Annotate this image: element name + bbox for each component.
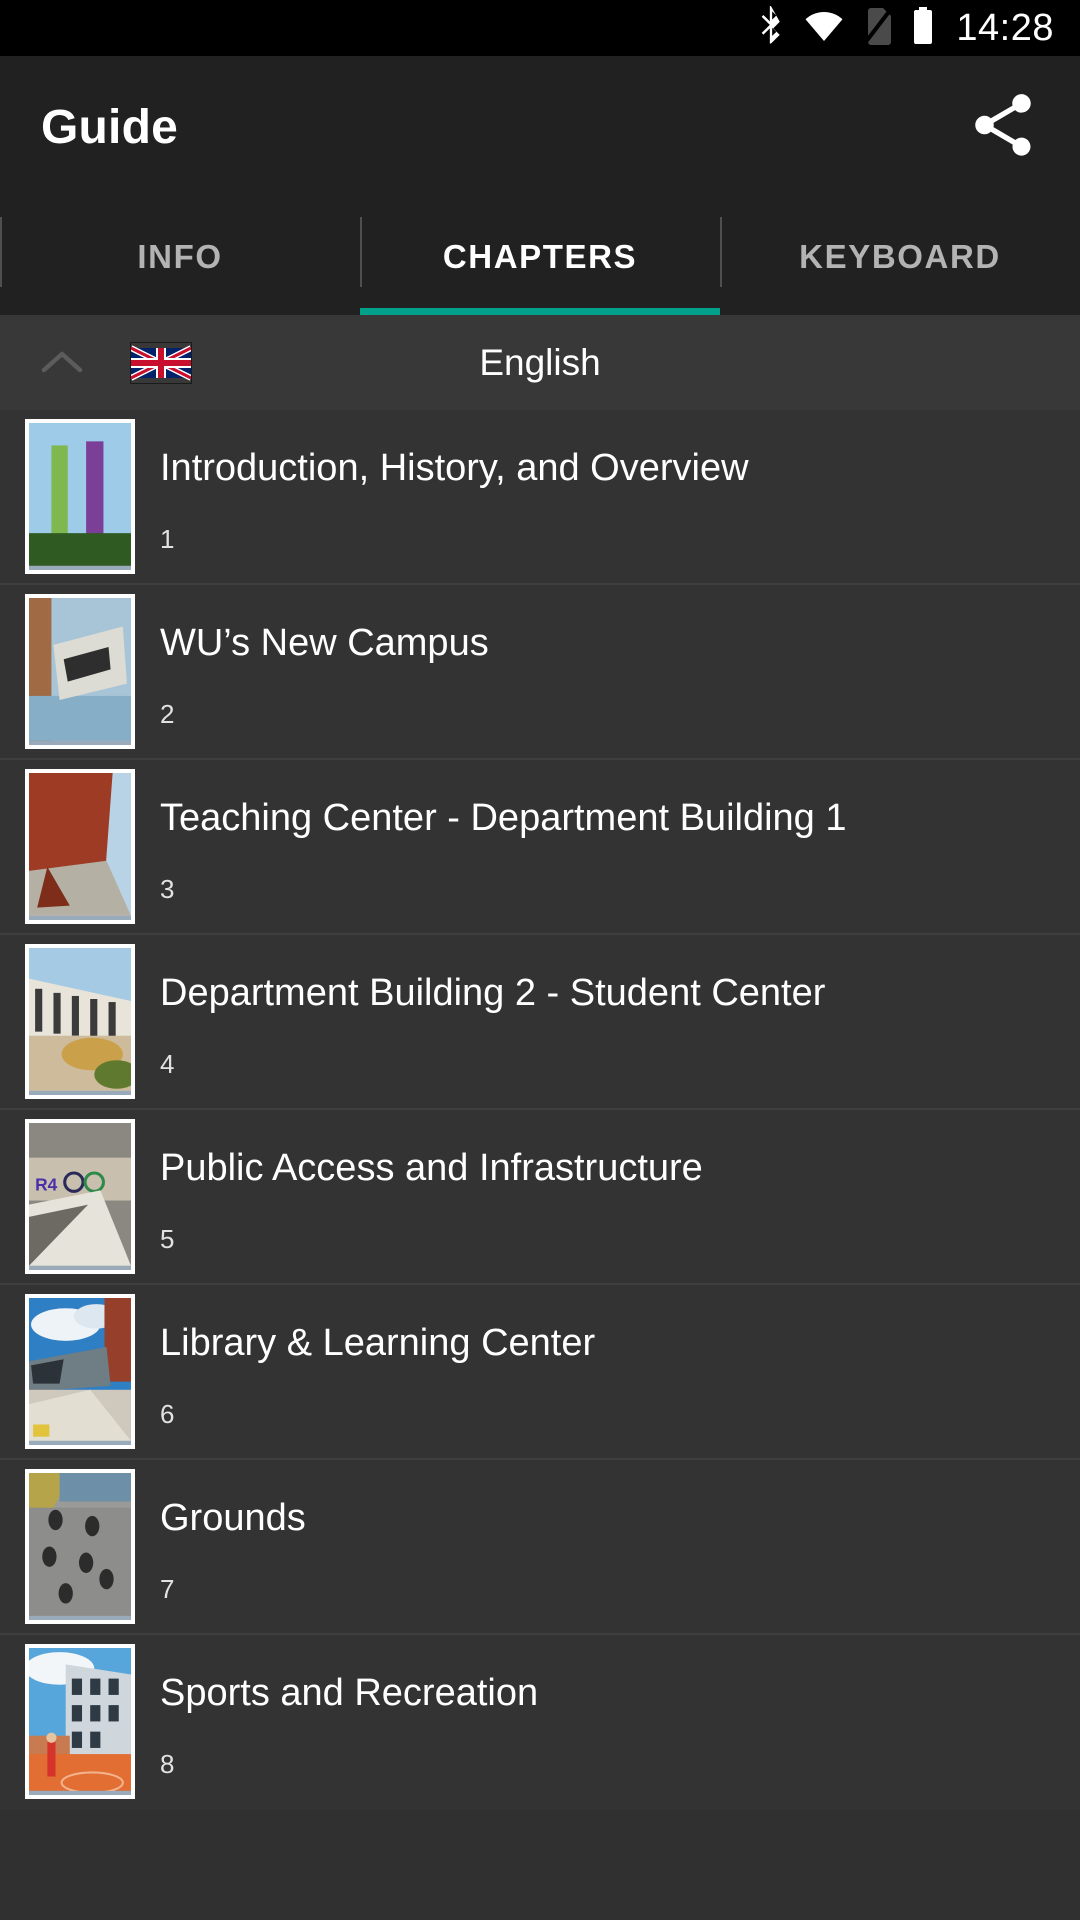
chapter-title: Introduction, History, and Overview (160, 447, 749, 489)
tab-indicator (359, 308, 720, 315)
chapter-text: Department Building 2 - Student Center 4 (135, 935, 1080, 1080)
share-icon (966, 88, 1040, 167)
list-item[interactable]: Department Building 2 - Student Center 4 (0, 935, 1080, 1110)
chapter-thumbnail (25, 1644, 135, 1799)
tab-chapters[interactable]: CHAPTERS (360, 199, 720, 315)
language-header[interactable]: English (0, 315, 1080, 410)
list-item[interactable]: Introduction, History, and Overview 1 (0, 410, 1080, 585)
chapter-number: 6 (160, 1398, 175, 1429)
svg-text:R4: R4 (35, 1174, 58, 1194)
chevron-up-icon[interactable] (14, 348, 110, 378)
status-time: 14:28 (956, 7, 1054, 49)
chapter-number: 8 (160, 1748, 175, 1779)
tab-keyboard-label: KEYBOARD (799, 238, 1001, 275)
chapter-thumbnail (25, 769, 135, 924)
chapter-text: WU’s New Campus 2 (135, 585, 1080, 730)
chapter-text: Library & Learning Center 6 (135, 1285, 1080, 1430)
chapter-title: Sports and Recreation (160, 1672, 539, 1714)
chapter-text: Grounds 7 (135, 1460, 1080, 1605)
chapter-thumbnail (25, 944, 135, 1099)
chapter-thumbnail: R4 (25, 1119, 135, 1274)
chapter-list: Introduction, History, and Overview 1 WU… (0, 410, 1080, 1810)
chapter-title: Public Access and Infrastructure (160, 1147, 703, 1189)
list-item[interactable]: R4 Public Access and Infrastructure 5 (0, 1110, 1080, 1285)
chapter-title: Teaching Center - Department Building 1 (160, 797, 847, 839)
tab-keyboard[interactable]: KEYBOARD (720, 199, 1080, 315)
list-item[interactable]: Sports and Recreation 8 (0, 1635, 1080, 1810)
chapter-text: Introduction, History, and Overview 1 (135, 410, 1080, 555)
chapter-number: 2 (160, 698, 175, 729)
uk-flag-icon (110, 341, 192, 384)
chapter-title: Department Building 2 - Student Center (160, 972, 826, 1014)
chapter-number: 5 (160, 1223, 175, 1254)
no-sim-icon (863, 7, 893, 50)
chapter-thumbnail (25, 419, 135, 574)
chapter-thumbnail (25, 1469, 135, 1624)
wifi-icon (804, 10, 844, 47)
chapter-text: Public Access and Infrastructure 5 (135, 1110, 1080, 1255)
chapter-number: 4 (160, 1048, 175, 1079)
chapter-text: Sports and Recreation 8 (135, 1635, 1080, 1780)
chapter-title: Grounds (160, 1497, 306, 1539)
chapter-number: 3 (160, 873, 175, 904)
list-item[interactable]: WU’s New Campus 2 (0, 585, 1080, 760)
status-icons (757, 5, 934, 51)
status-bar: 14:28 (0, 0, 1080, 56)
app-bar: Guide (0, 56, 1080, 199)
tab-info[interactable]: INFO (0, 199, 360, 315)
bluetooth-icon (757, 5, 785, 51)
share-button[interactable] (966, 91, 1040, 165)
list-item[interactable]: Teaching Center - Department Building 1 … (0, 760, 1080, 935)
chapter-number: 7 (160, 1573, 175, 1604)
tab-chapters-label: CHAPTERS (442, 238, 638, 275)
page-title: Guide (41, 101, 179, 154)
battery-icon (912, 6, 934, 50)
list-item[interactable]: Grounds 7 (0, 1460, 1080, 1635)
tab-info-label: INFO (137, 238, 223, 275)
tab-bar: INFO CHAPTERS KEYBOARD (0, 199, 1080, 315)
chapter-number: 1 (160, 523, 175, 554)
chapter-thumbnail (25, 594, 135, 749)
chapter-text: Teaching Center - Department Building 1 … (135, 760, 1080, 905)
chapter-title: Library & Learning Center (160, 1322, 596, 1364)
list-item[interactable]: Library & Learning Center 6 (0, 1285, 1080, 1460)
chapter-title: WU’s New Campus (160, 622, 489, 664)
chapter-thumbnail (25, 1294, 135, 1449)
